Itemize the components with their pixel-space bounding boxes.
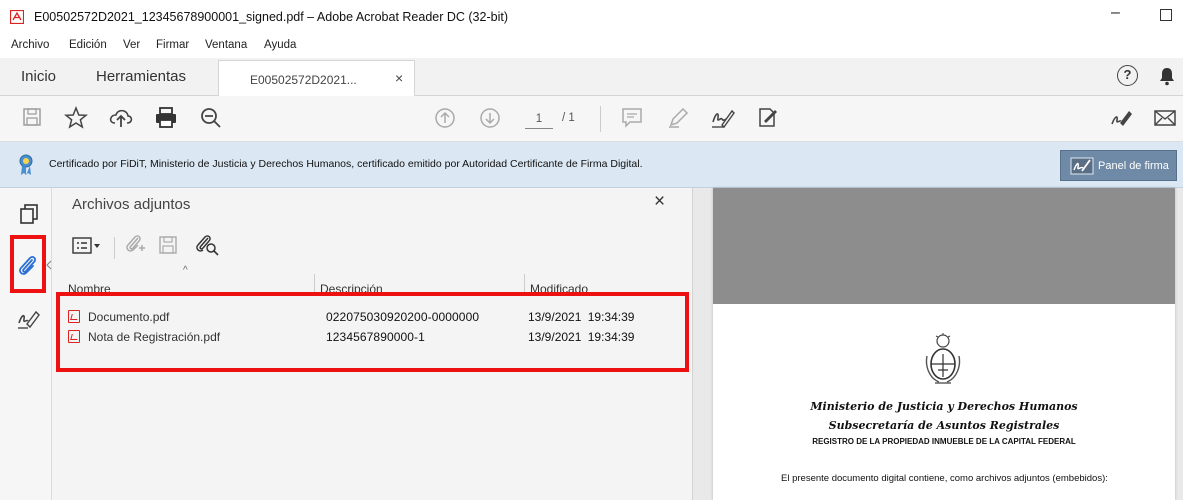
cloud-upload-icon[interactable]	[108, 106, 134, 130]
menu-ver[interactable]: Ver	[123, 39, 140, 51]
attachments-panel: Archivos adjuntos × ^ Nombre Descripción	[52, 188, 693, 500]
title-bar: E00502572D2021_12345678900001_signed.pdf…	[0, 0, 1183, 36]
options-menu-icon[interactable]	[72, 235, 102, 257]
tab-document-label: E00502572D2021...	[250, 73, 357, 87]
window-title: E00502572D2021_12345678900001_signed.pdf…	[34, 10, 508, 24]
add-attachment-icon[interactable]	[124, 233, 146, 257]
left-navigation-rail	[0, 188, 52, 500]
search-attachment-icon[interactable]	[194, 233, 220, 257]
panel-toolbar-divider	[114, 237, 115, 259]
tab-inicio[interactable]: Inicio	[21, 68, 56, 85]
signature-status-text: Certificado por FiDiT, Ministerio de Jus…	[49, 158, 643, 170]
signature-panel-label: Panel de firma	[1098, 160, 1169, 172]
attachments-highlight-box	[10, 235, 46, 293]
menu-ayuda[interactable]: Ayuda	[264, 39, 296, 51]
email-icon[interactable]	[1153, 106, 1177, 130]
panel-title: Archivos adjuntos	[72, 196, 191, 213]
bell-icon[interactable]	[1158, 66, 1176, 86]
tab-document[interactable]: E00502572D2021... ×	[218, 60, 415, 97]
sign-icon[interactable]	[710, 106, 736, 130]
comment-icon[interactable]	[620, 106, 644, 130]
certificate-ribbon-icon	[19, 154, 33, 175]
toolbar-divider	[600, 106, 601, 132]
signatures-icon[interactable]	[16, 308, 42, 330]
attachments-highlight-box	[56, 292, 689, 372]
signature-panel-icon	[1070, 157, 1094, 175]
document-undersecretariat-heading: Subsecretaría de Asuntos Registrales	[828, 419, 1060, 432]
minimize-button[interactable]: –	[1111, 4, 1120, 22]
pdf-page: Ministerio de Justicia y Derechos Humano…	[713, 188, 1175, 500]
save-icon[interactable]	[22, 106, 42, 128]
page-down-icon[interactable]	[478, 106, 502, 130]
highlight-pen-icon[interactable]	[666, 106, 690, 130]
menu-ventana[interactable]: Ventana	[205, 39, 247, 51]
sort-ascending-icon[interactable]: ^	[183, 265, 188, 276]
signature-panel-button[interactable]: Panel de firma	[1060, 150, 1177, 181]
document-ministry-heading: Ministerio de Justicia y Derechos Humano…	[810, 400, 1078, 413]
main-toolbar: 1 / 1	[0, 96, 1183, 142]
menu-edicion[interactable]: Edición	[69, 39, 107, 51]
signature-status-bar: Certificado por FiDiT, Ministerio de Jus…	[0, 142, 1183, 188]
document-viewer[interactable]: Ministerio de Justicia y Derechos Humano…	[693, 188, 1183, 500]
save-attachment-icon[interactable]	[158, 235, 178, 257]
tab-bar: Inicio Herramientas E00502572D2021... × …	[0, 58, 1183, 97]
page-number-input[interactable]: 1	[525, 109, 553, 129]
tab-close-icon[interactable]: ×	[395, 70, 403, 86]
maximize-button[interactable]	[1160, 9, 1172, 21]
page-header-band	[713, 188, 1175, 304]
page-thumbnails-icon[interactable]	[19, 203, 39, 225]
acrobat-icon	[10, 10, 24, 24]
certificate-sign-icon[interactable]	[1109, 106, 1135, 130]
menu-firmar[interactable]: Firmar	[156, 39, 189, 51]
print-icon[interactable]	[153, 106, 179, 130]
star-icon[interactable]	[64, 106, 88, 130]
attachments-toolbar	[72, 233, 242, 261]
tab-herramientas[interactable]: Herramientas	[96, 68, 186, 85]
document-registry-heading: REGISTRO DE LA PROPIEDAD INMUEBLE DE LA …	[812, 437, 1076, 446]
menu-archivo[interactable]: Archivo	[11, 39, 49, 51]
page-up-icon[interactable]	[433, 106, 457, 130]
document-body-text: El presente documento digital contiene, …	[781, 473, 1108, 484]
panel-close-icon[interactable]: ×	[654, 191, 665, 213]
coat-of-arms-icon	[925, 333, 961, 384]
help-icon[interactable]: ?	[1117, 65, 1138, 86]
page-total: / 1	[562, 112, 575, 124]
fill-sign-icon[interactable]	[755, 106, 781, 130]
zoom-out-icon[interactable]	[199, 106, 223, 130]
menu-bar: Archivo Edición Ver Firmar Ventana Ayuda	[0, 36, 1183, 58]
